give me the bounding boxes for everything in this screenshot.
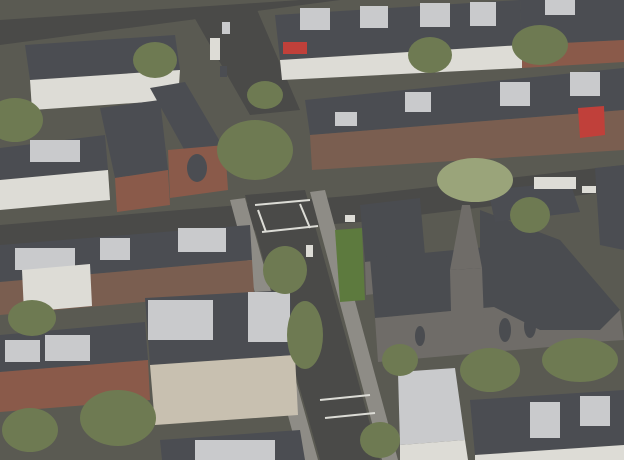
car <box>345 215 355 222</box>
tree <box>437 158 513 202</box>
truck <box>534 177 576 189</box>
car <box>222 22 230 34</box>
tree <box>408 37 452 73</box>
tree <box>247 81 283 109</box>
tree <box>382 344 418 376</box>
tree <box>133 42 177 78</box>
tree <box>217 120 293 180</box>
rowhouses-left-white <box>0 135 110 210</box>
tree <box>80 390 156 446</box>
tree <box>542 338 618 382</box>
tree <box>512 25 568 65</box>
tree <box>510 197 550 233</box>
tree <box>287 301 323 369</box>
tree <box>2 408 58 452</box>
bus <box>210 38 220 60</box>
aerial-photo <box>0 0 624 460</box>
tree <box>263 246 307 294</box>
car <box>220 66 227 77</box>
tree <box>460 348 520 392</box>
tree <box>8 300 56 336</box>
car <box>306 245 313 257</box>
tree <box>360 422 400 458</box>
church-lawn <box>335 228 365 302</box>
apartment-block <box>145 290 298 425</box>
car <box>582 186 596 193</box>
